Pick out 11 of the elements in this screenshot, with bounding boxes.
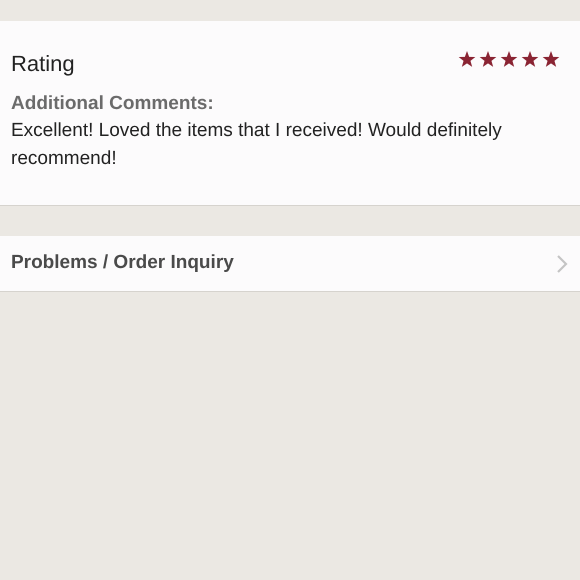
chevron-right-icon [556,254,568,274]
star-icon [479,51,497,68]
inquiry-label: Problems / Order Inquiry [11,251,234,276]
star-icon [500,51,518,68]
star-icon [542,51,560,68]
star-icon [521,51,539,68]
inquiry-row[interactable]: Problems / Order Inquiry [0,236,580,292]
comments-label: Additional Comments: [11,92,215,116]
comment-text: Excellent! Loved the items that I received! Would definitely recommend! [11,119,503,171]
star-icon [458,51,476,68]
rating-label: Rating [11,50,75,78]
